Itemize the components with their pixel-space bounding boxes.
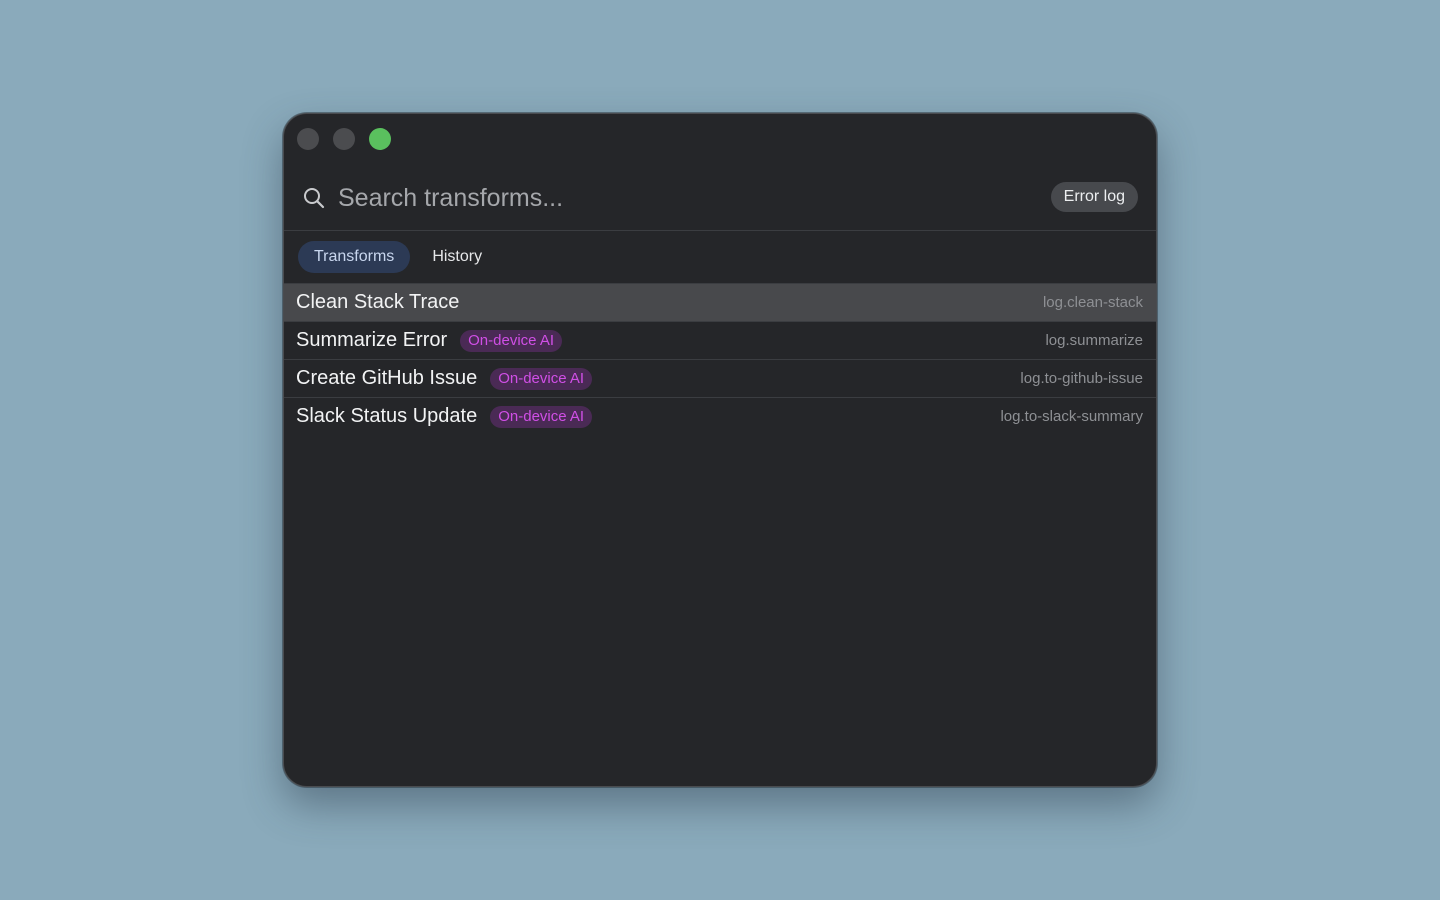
on-device-ai-badge: On-device AI — [490, 367, 593, 390]
transform-title: Summarize Error — [296, 329, 448, 351]
search-icon — [304, 188, 325, 209]
transform-id: log.clean-stack — [1042, 294, 1143, 311]
zoom-window-button[interactable] — [369, 128, 391, 150]
on-device-ai-badge: On-device AI — [460, 329, 563, 352]
minimize-window-button[interactable] — [333, 128, 355, 150]
transform-id: log.to-github-issue — [1020, 370, 1143, 387]
transform-title: Create GitHub Issue — [296, 367, 478, 389]
transform-title: Slack Status Update — [296, 405, 478, 427]
transform-id: log.summarize — [1045, 332, 1143, 349]
app-window: Error log Transforms History Clean Stack… — [283, 113, 1157, 787]
transform-list: Clean Stack Trace log.clean-stack Summar… — [284, 283, 1156, 435]
on-device-ai-badge: On-device AI — [490, 405, 593, 428]
search-input[interactable] — [338, 178, 1018, 218]
transform-row-summarize[interactable]: Summarize Error On-device AI log.summari… — [284, 322, 1156, 360]
tab-bar: Transforms History — [298, 241, 498, 273]
transform-title: Clean Stack Trace — [296, 291, 460, 313]
transform-row-slack-summary[interactable]: Slack Status Update On-device AI log.to-… — [284, 398, 1156, 435]
traffic-lights — [297, 128, 391, 150]
transform-id: log.to-slack-summary — [1000, 408, 1143, 425]
transform-row-clean-stack[interactable]: Clean Stack Trace log.clean-stack — [284, 284, 1156, 322]
search-bar: Error log — [284, 170, 1156, 231]
error-log-button[interactable]: Error log — [1050, 182, 1138, 212]
close-window-button[interactable] — [297, 128, 319, 150]
transform-row-github-issue[interactable]: Create GitHub Issue On-device AI log.to-… — [284, 360, 1156, 398]
tab-transforms[interactable]: Transforms — [298, 241, 411, 273]
tab-history[interactable]: History — [416, 241, 498, 273]
